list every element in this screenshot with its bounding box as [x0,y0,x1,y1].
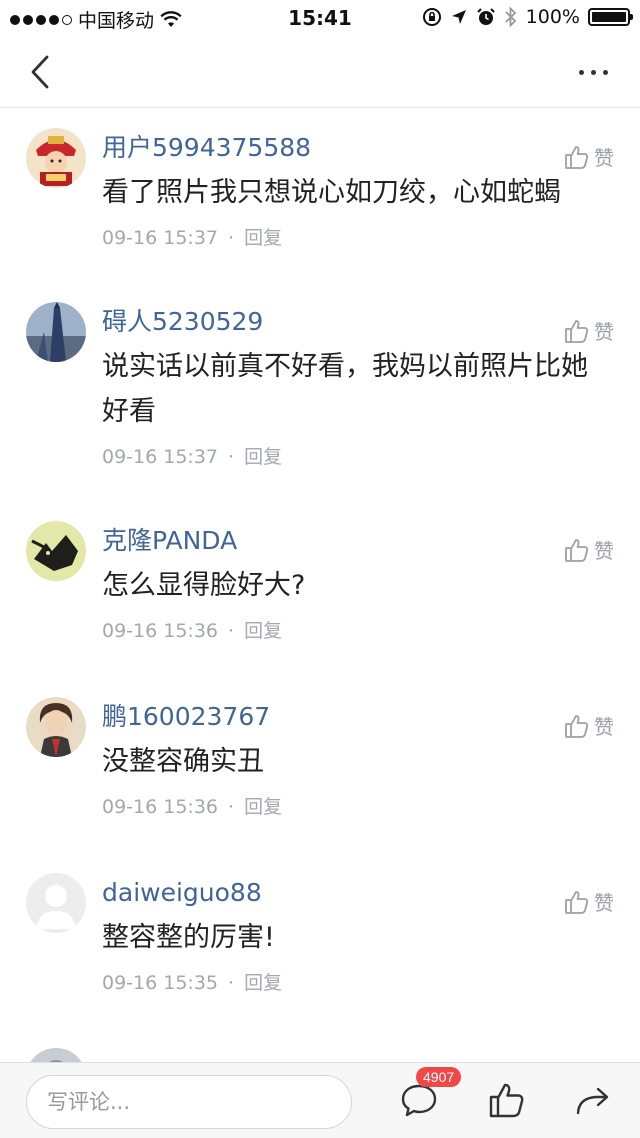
comment-text: 说实话以前真不好看，我妈以前照片比她好看 [102,351,588,427]
comment-item: 用户5994375588 赞 看了照片我只想说心如刀绞，心如蛇蝎 09-16 1… [0,108,640,282]
comment-time: 09-16 15:35 [102,972,219,994]
thumbs-up-icon [565,538,589,562]
comment-meta: 09-16 15:35 · 回复 [102,972,283,994]
like-button[interactable]: 赞 [564,711,614,740]
comment-item: 克隆PANDA 赞 怎么显得脸好大? 09-16 15:36 · 回复 [0,501,640,677]
back-button[interactable] [18,50,62,94]
comment-time: 09-16 15:37 [102,227,219,249]
comment-meta: 09-16 15:37 · 回复 [102,446,283,468]
like-button[interactable]: 赞 [564,887,614,916]
comment-username[interactable]: 克隆PANDA [102,523,616,559]
thumbs-up-icon [565,890,589,914]
comment-count-badge: 4907 [416,1067,462,1087]
comment-username[interactable]: daiweiguo88 [102,875,616,911]
cartoon-avatar[interactable] [26,521,86,581]
bottom-bar: 写评论... 4907 [0,1062,640,1138]
like-button[interactable]: 赞 [564,535,614,564]
reply-button[interactable]: 回复 [244,620,282,642]
nav-bar [0,36,640,108]
comment-username[interactable]: 碍人5230529 [102,304,616,340]
comment-list: 用户5994375588 赞 看了照片我只想说心如刀绞，心如蛇蝎 09-16 1… [0,108,640,1062]
comment-text: 怎么显得脸好大? [102,570,306,601]
like-button[interactable]: 赞 [564,142,614,171]
comment-text: 没整容确实丑 [102,746,264,777]
status-right: 100% [422,6,633,28]
comment-username[interactable]: 用户5994375588 [102,130,616,166]
comment-text: 整容整的厉害! [102,922,275,953]
portrait-avatar[interactable] [26,697,86,757]
share-arrow-icon [576,1087,609,1115]
reply-button[interactable]: 回复 [244,446,282,468]
comment-item: 鹏160023767 赞 没整容确实丑 09-16 15:36 · 回复 [0,677,640,853]
thumbs-up-icon [565,714,589,738]
thumbs-up-icon [489,1083,524,1118]
rotation-lock-icon [422,8,441,26]
like-label: 赞 [594,539,614,563]
thumbs-up-icon [565,319,589,343]
comment-time: 09-16 15:36 [102,620,219,642]
battery-icon [588,8,633,26]
bluetooth-icon [505,6,516,28]
comments-button[interactable] [400,1081,438,1123]
comment-meta: 09-16 15:36 · 回复 [102,620,283,642]
reply-button[interactable]: 回复 [244,972,282,994]
like-button[interactable]: 赞 [564,316,614,345]
comment-text: 看了照片我只想说心如刀绞，心如蛇蝎 [102,177,561,208]
battery-label: 100% [525,6,580,28]
chevron-left-icon [31,55,49,89]
comment-item: 碍人5230529 赞 说实话以前真不好看，我妈以前照片比她好看 09-16 1… [0,282,640,501]
tower-avatar[interactable] [26,302,86,362]
like-label: 赞 [594,146,614,170]
comment-input[interactable]: 写评论... [26,1075,352,1129]
reply-button[interactable]: 回复 [244,796,282,818]
like-article-button[interactable] [488,1081,526,1123]
comment-item: daiweiguo88 赞 整容整的厉害! 09-16 15:35 · 回复 [0,853,640,1029]
like-label: 赞 [594,715,614,739]
like-label: 赞 [594,891,614,915]
comment-username[interactable]: 鹏160023767 [102,699,616,735]
reply-button[interactable]: 回复 [244,227,282,249]
comment-time: 09-16 15:37 [102,446,219,468]
alarm-icon [476,8,495,25]
like-label: 赞 [594,320,614,344]
comment-meta: 09-16 15:37 · 回复 [102,227,283,249]
share-button[interactable] [574,1081,612,1123]
next-avatar-partial [26,1048,86,1062]
thumbs-up-icon [565,145,589,169]
comment-time: 09-16 15:36 [102,796,219,818]
location-icon [451,10,466,24]
more-button[interactable] [568,50,618,94]
caishen-avatar[interactable] [26,128,86,188]
comment-meta: 09-16 15:36 · 回复 [102,796,283,818]
default-avatar[interactable] [26,873,86,933]
status-bar: 中国移动 15:41 100% [0,0,640,36]
